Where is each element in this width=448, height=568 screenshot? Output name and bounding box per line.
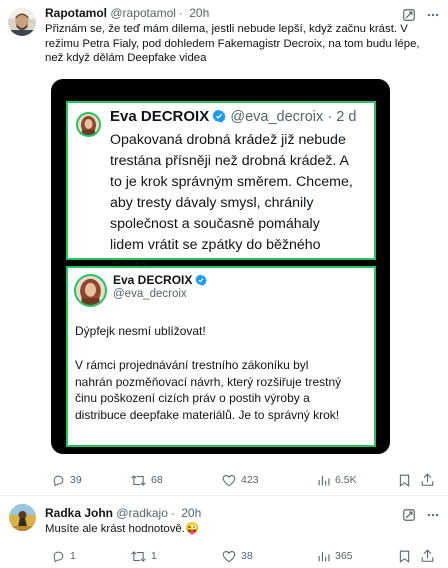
more-icon[interactable]	[426, 508, 440, 522]
embedded-tweet-text: V rámci projednávání trestního zákoníku …	[75, 357, 375, 423]
share-button[interactable]	[421, 549, 434, 563]
verified-badge-icon	[212, 109, 226, 123]
reply-icon	[53, 475, 64, 487]
repost-button[interactable]: 68	[131, 474, 163, 487]
views-count: 6.5K	[335, 474, 357, 486]
like-button[interactable]: 38	[222, 550, 253, 563]
reply-icon	[53, 551, 64, 563]
views-icon	[318, 475, 330, 485]
user-photo-icon	[9, 504, 36, 531]
tweet-action-bar: 39 68 423 6.5K	[44, 472, 436, 488]
user-photo-icon	[78, 114, 99, 135]
like-count: 38	[241, 550, 253, 562]
share-icon	[421, 549, 434, 562]
embedded-text-line: distribuce deepfake materiálů. Je to spr…	[75, 407, 340, 422]
avatar	[76, 112, 101, 137]
verified-badge-icon	[195, 274, 208, 286]
reply-count: 39	[70, 474, 82, 486]
embedded-author: Eva DECROIX @eva_decroix · 2 d	[110, 108, 356, 125]
separator-dot: ·	[170, 506, 175, 520]
embedded-author-name: Eva DECROIX	[113, 273, 193, 287]
embedded-author-name: Eva DECROIX	[110, 108, 210, 125]
grok-icon[interactable]	[402, 8, 416, 22]
embedded-text-line: trestána přísněji než drobná krádež. A	[110, 153, 349, 169]
tweet-rapotamol[interactable]: Rapotamol @rapotamol · 20h Přiznám se, že…	[0, 0, 448, 492]
views-button[interactable]: 365	[317, 550, 353, 563]
embedded-tweet-heading: Dýpfejk nesmí ublížovat!	[75, 324, 206, 338]
winking-tongue-emoji: 😜	[184, 523, 200, 535]
reply-button[interactable]: 1	[52, 550, 76, 563]
more-icon[interactable]	[426, 8, 440, 22]
tweet-text-line: Přiznám se, že teď mám dilema, jestli ne…	[45, 23, 408, 35]
embedded-text-line: V rámci projednávání trestního zákoníku …	[75, 358, 309, 372]
tweet-header: Rapotamol @rapotamol · 20h	[45, 6, 212, 20]
heart-icon	[222, 550, 236, 562]
grok-icon[interactable]	[402, 508, 416, 522]
repost-button[interactable]: 1	[131, 550, 157, 563]
embedded-text-line: Opakovaná drobná krádež již nebude	[110, 132, 346, 148]
tweet-text: Přiznám se, že teď mám dilema, jestli ne…	[45, 22, 440, 66]
views-button[interactable]: 6.5K	[317, 474, 357, 487]
embedded-text-line: lidem vrátit se zpátky do běžného	[110, 237, 321, 253]
tweet-top-icons	[402, 8, 440, 22]
repost-icon	[131, 474, 146, 486]
avatar[interactable]	[9, 504, 36, 531]
author-handle[interactable]: @radkajo	[116, 506, 168, 520]
bookmark-button[interactable]	[399, 474, 410, 487]
embedded-text-line: aby tresty dávaly smysl, chránily	[110, 195, 314, 211]
tweet-text-line: než když dělám Deepfake videa	[45, 52, 207, 64]
tweet-text: Musíte ale krást hodnotově.😜	[45, 522, 199, 537]
bookmark-button[interactable]	[399, 550, 410, 563]
tweet-header: Radka John @radkajo · 20h	[45, 506, 204, 520]
repost-icon	[131, 550, 146, 562]
embedded-tweet-text: Opakovaná drobná krádež již nebude trest…	[110, 130, 372, 277]
timestamp[interactable]: 20h	[189, 6, 209, 20]
embedded-tweet-card-1: Eva DECROIX @eva_decroix · 2 d Opakovaná…	[66, 101, 376, 274]
share-icon	[421, 473, 434, 486]
reply-count: 1	[70, 550, 76, 562]
views-icon	[318, 551, 330, 561]
share-button[interactable]	[421, 473, 434, 487]
tweet-radka-john[interactable]: Radka John @radkajo · 20h Musíte ale krás…	[0, 496, 448, 568]
user-photo-icon	[8, 8, 36, 36]
user-photo-icon	[76, 276, 105, 305]
embedded-author-handle: @eva_decroix	[113, 288, 187, 300]
avatar	[74, 274, 107, 307]
tweet-top-icons	[402, 508, 440, 522]
like-button[interactable]: 423	[222, 474, 259, 487]
embedded-timestamp: · 2 d	[327, 109, 357, 125]
separator-dot: ·	[178, 6, 183, 20]
author-name[interactable]: Rapotamol	[45, 6, 107, 20]
embedded-author-handle: @eva_decroix	[230, 109, 324, 125]
embedded-text-line: činu poškození cizích práv o postih výro…	[75, 391, 310, 405]
avatar[interactable]	[8, 8, 36, 36]
embedded-text-line: společnost a současně pomáhaly	[110, 216, 320, 232]
embedded-author: Eva DECROIX	[113, 273, 208, 287]
repost-count: 1	[151, 550, 157, 562]
author-handle[interactable]: @rapotamol	[110, 6, 176, 20]
like-count: 423	[241, 474, 259, 486]
views-count: 365	[335, 550, 353, 562]
tweet-text-content: Musíte ale krást hodnotově.	[45, 523, 185, 535]
bookmark-icon	[399, 550, 410, 563]
reply-button[interactable]: 39	[52, 474, 82, 487]
bookmark-icon	[399, 474, 410, 487]
embedded-text-line: nahrán pozměňovací návrh, který rozšiřuj…	[75, 374, 342, 389]
timestamp[interactable]: 20h	[181, 506, 201, 520]
heart-icon	[222, 474, 236, 486]
author-name[interactable]: Radka John	[45, 506, 113, 520]
embedded-text-line: to je krok správným směrem. Chceme,	[110, 174, 353, 190]
embedded-tweet-card-2: Eva DECROIX @eva_decroix Dýpfejk nesmí u…	[66, 266, 376, 447]
repost-count: 68	[151, 474, 163, 486]
tweet-text-line: režimu Petra Fialy, pod dohledem Fakemag…	[45, 37, 420, 50]
tweet-action-bar: 1 1 38 365	[44, 548, 436, 564]
